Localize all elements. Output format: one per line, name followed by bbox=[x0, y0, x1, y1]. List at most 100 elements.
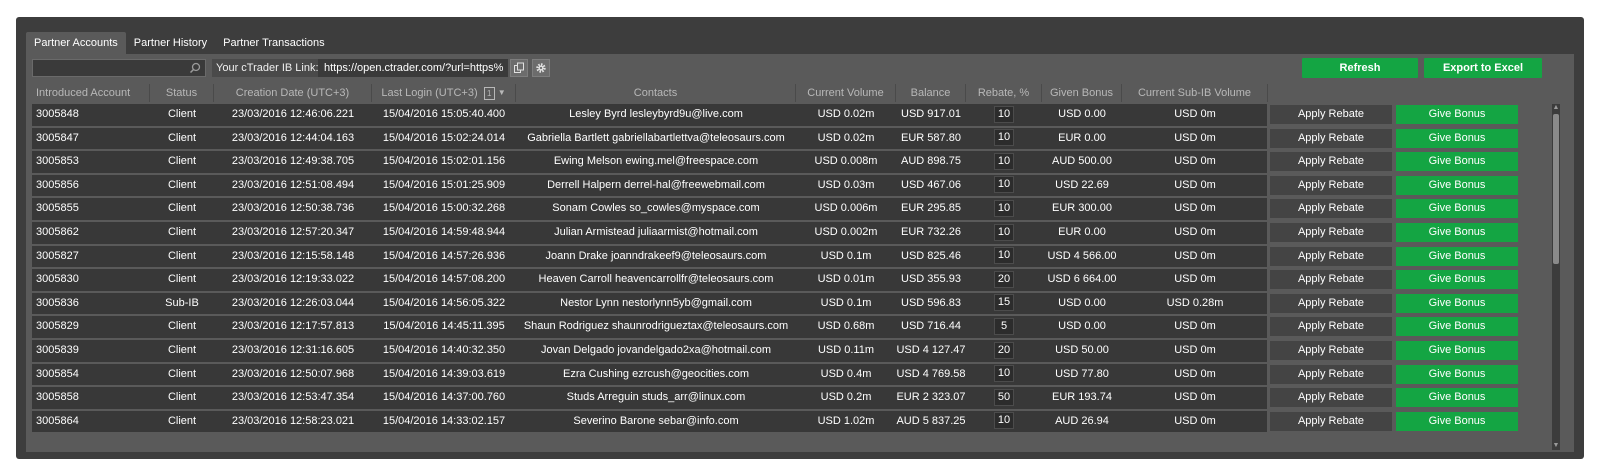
tab-partner-transactions[interactable]: Partner Transactions bbox=[215, 32, 333, 54]
search-icon[interactable] bbox=[189, 62, 201, 74]
export-excel-button[interactable]: Export to Excel bbox=[1424, 58, 1542, 78]
refresh-button[interactable]: Refresh bbox=[1302, 58, 1418, 78]
table-scrollbar[interactable]: ▲ ▼ bbox=[1552, 104, 1560, 450]
ib-link-field[interactable]: https://open.ctrader.com/?url=https% bbox=[318, 59, 508, 77]
apply-rebate-button[interactable]: Apply Rebate bbox=[1270, 222, 1392, 242]
give-bonus-button[interactable]: Give Bonus bbox=[1396, 411, 1518, 431]
apply-rebate-button[interactable]: Apply Rebate bbox=[1270, 340, 1392, 360]
col-sub-ib-volume[interactable]: Current Sub-IB Volume bbox=[1122, 84, 1268, 102]
rebate-value[interactable]: 50 bbox=[994, 388, 1014, 406]
table-row[interactable]: 3005853 Client 23/03/2016 12:49:38.705 15/0… bbox=[32, 151, 1532, 173]
col-balance[interactable]: Balance bbox=[896, 84, 966, 102]
cell-volume: USD 0.03m bbox=[817, 178, 875, 191]
cell-rebate: 20 bbox=[966, 340, 1042, 362]
cell-bonus: EUR 0.00 bbox=[1058, 225, 1106, 238]
rebate-value[interactable]: 15 bbox=[994, 294, 1014, 312]
apply-rebate-button[interactable]: Apply Rebate bbox=[1270, 128, 1392, 148]
col-given-bonus[interactable]: Given Bonus bbox=[1042, 84, 1122, 102]
cell-subib: USD 0m bbox=[1174, 178, 1216, 191]
cell-last-login: 15/04/2016 14:56:05.322 bbox=[382, 296, 506, 309]
give-bonus-button[interactable]: Give Bonus bbox=[1396, 270, 1518, 290]
scroll-up-arrow[interactable]: ▲ bbox=[1552, 104, 1560, 112]
cell-volume: USD 0.006m bbox=[814, 202, 878, 215]
rebate-value[interactable]: 10 bbox=[994, 223, 1014, 241]
give-bonus-button[interactable]: Give Bonus bbox=[1396, 388, 1518, 408]
give-bonus-button[interactable]: Give Bonus bbox=[1396, 199, 1518, 219]
table-row[interactable]: 3005836 Sub-IB 23/03/2016 12:26:03.044 15/0… bbox=[32, 292, 1532, 315]
apply-rebate-button[interactable]: Apply Rebate bbox=[1270, 317, 1392, 337]
table-row[interactable]: 3005827 Client 23/03/2016 12:15:58.148 15/0… bbox=[32, 245, 1532, 268]
apply-rebate-button[interactable]: Apply Rebate bbox=[1270, 105, 1392, 124]
give-bonus-button[interactable]: Give Bonus bbox=[1396, 128, 1518, 148]
table-row[interactable]: 3005848 Client 23/03/2016 12:46:06.221 15/0… bbox=[32, 104, 1532, 126]
table-row[interactable]: 3005830 Client 23/03/2016 12:19:33.022 15/0… bbox=[32, 269, 1532, 291]
cell-subib: USD 0m bbox=[1174, 155, 1216, 168]
cell-balance: AUD 5 837.25 bbox=[896, 414, 966, 427]
give-bonus-button[interactable]: Give Bonus bbox=[1396, 105, 1518, 124]
cell-status: Client bbox=[167, 108, 197, 120]
apply-rebate-button[interactable]: Apply Rebate bbox=[1270, 293, 1392, 313]
tab-partner-history[interactable]: Partner History bbox=[126, 32, 215, 54]
give-bonus-button[interactable]: Give Bonus bbox=[1396, 340, 1518, 360]
give-bonus-button[interactable]: Give Bonus bbox=[1396, 175, 1518, 195]
apply-rebate-button[interactable]: Apply Rebate bbox=[1270, 270, 1392, 290]
rebate-value[interactable]: 10 bbox=[994, 412, 1014, 430]
apply-rebate-button[interactable]: Apply Rebate bbox=[1270, 246, 1392, 266]
table-row[interactable]: 3005855 Client 23/03/2016 12:50:38.736 15/0… bbox=[32, 198, 1532, 220]
rebate-value[interactable]: 20 bbox=[994, 341, 1014, 359]
give-bonus-button[interactable]: Give Bonus bbox=[1396, 222, 1518, 242]
apply-rebate-button[interactable]: Apply Rebate bbox=[1270, 175, 1392, 195]
cell-bonus: USD 50.00 bbox=[1055, 343, 1109, 356]
table-row[interactable]: 3005856 Client 23/03/2016 12:51:08.494 15/0… bbox=[32, 174, 1532, 197]
cell-rebate: 10 bbox=[966, 104, 1042, 126]
rebate-value[interactable]: 10 bbox=[994, 129, 1014, 147]
apply-rebate-button[interactable]: Apply Rebate bbox=[1270, 199, 1392, 219]
cell-rebate: 15 bbox=[966, 293, 1042, 315]
table-row[interactable]: 3005829 Client 23/03/2016 12:17:57.813 15/0… bbox=[32, 316, 1532, 338]
cell-rebate: 5 bbox=[966, 316, 1042, 338]
col-current-volume[interactable]: Current Volume bbox=[796, 84, 896, 102]
cell-balance: USD 467.06 bbox=[901, 178, 961, 191]
rebate-value[interactable]: 10 bbox=[994, 152, 1014, 170]
tab-partner-accounts[interactable]: Partner Accounts bbox=[26, 32, 126, 54]
apply-rebate-button[interactable]: Apply Rebate bbox=[1270, 152, 1392, 172]
table-row[interactable]: 3005839 Client 23/03/2016 12:31:16.605 15/0… bbox=[32, 339, 1532, 362]
copy-link-button[interactable] bbox=[510, 59, 528, 77]
give-bonus-button[interactable]: Give Bonus bbox=[1396, 317, 1518, 337]
cell-volume: USD 0.01m bbox=[817, 273, 875, 286]
apply-rebate-button[interactable]: Apply Rebate bbox=[1270, 411, 1392, 431]
scroll-thumb[interactable] bbox=[1553, 114, 1559, 264]
table-row[interactable]: 3005854 Client 23/03/2016 12:50:07.968 15/0… bbox=[32, 363, 1532, 386]
col-status[interactable]: Status bbox=[150, 84, 214, 102]
rebate-value[interactable]: 10 bbox=[994, 247, 1014, 265]
rebate-value[interactable]: 20 bbox=[994, 270, 1014, 288]
cell-last-login: 15/04/2016 14:39:03.619 bbox=[382, 367, 506, 380]
cell-balance: EUR 587.80 bbox=[901, 131, 961, 144]
rebate-value[interactable]: 10 bbox=[994, 105, 1014, 123]
give-bonus-button[interactable]: Give Bonus bbox=[1396, 152, 1518, 172]
apply-rebate-button[interactable]: Apply Rebate bbox=[1270, 364, 1392, 384]
link-settings-button[interactable] bbox=[532, 59, 550, 77]
col-rebate[interactable]: Rebate, % bbox=[966, 84, 1042, 102]
give-bonus-button[interactable]: Give Bonus bbox=[1396, 364, 1518, 384]
rebate-value[interactable]: 10 bbox=[994, 199, 1014, 217]
table-row[interactable]: 3005864 Client 23/03/2016 12:58:23.021 15/0… bbox=[32, 410, 1532, 433]
col-last-login[interactable]: Last Login (UTC+3) 1 ▼ bbox=[372, 84, 516, 102]
scroll-down-arrow[interactable]: ▼ bbox=[1552, 442, 1560, 450]
col-introduced-account[interactable]: Introduced Account bbox=[32, 84, 150, 102]
cell-bonus: AUD 500.00 bbox=[1052, 155, 1112, 168]
table-row[interactable]: 3005847 Client 23/03/2016 12:44:04.163 15/0… bbox=[32, 127, 1532, 150]
give-bonus-button[interactable]: Give Bonus bbox=[1396, 293, 1518, 313]
col-contacts[interactable]: Contacts bbox=[516, 84, 796, 102]
search-input[interactable] bbox=[33, 60, 191, 76]
apply-rebate-button[interactable]: Apply Rebate bbox=[1270, 388, 1392, 408]
rebate-value[interactable]: 5 bbox=[994, 317, 1014, 335]
rebate-value[interactable]: 10 bbox=[994, 365, 1014, 383]
give-bonus-button[interactable]: Give Bonus bbox=[1396, 246, 1518, 266]
table-row[interactable]: 3005862 Client 23/03/2016 12:57:20.347 15/0… bbox=[32, 221, 1532, 244]
table-row[interactable]: 3005858 Client 23/03/2016 12:53:47.354 15/0… bbox=[32, 387, 1532, 409]
rebate-value[interactable]: 10 bbox=[994, 176, 1014, 194]
cell-created: 23/03/2016 12:15:58.148 bbox=[231, 249, 355, 262]
col-creation-date[interactable]: Creation Date (UTC+3) bbox=[214, 84, 372, 102]
cell-volume: USD 0.11m bbox=[817, 343, 875, 356]
